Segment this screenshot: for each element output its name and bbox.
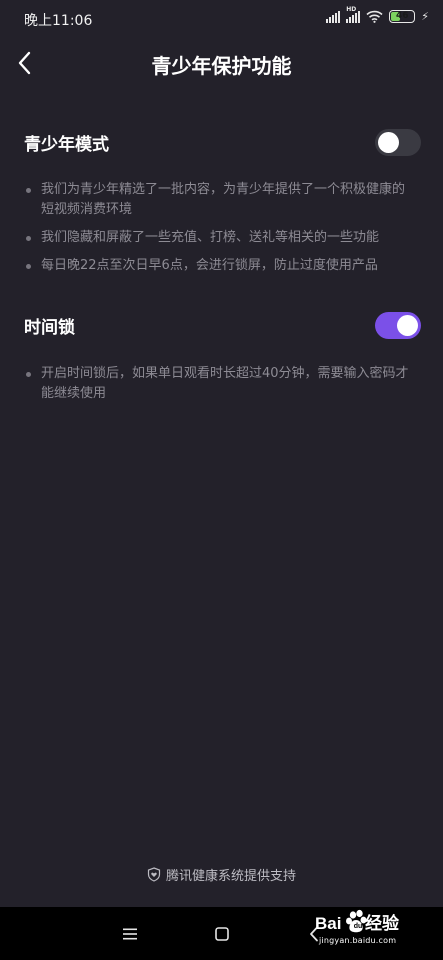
page-title: 青少年保护功能 xyxy=(151,54,292,78)
bullet-dot xyxy=(26,188,31,193)
charging-bolt-icon: ⚡ xyxy=(421,10,429,23)
wifi-icon xyxy=(366,10,383,23)
header: 青少年保护功能 xyxy=(0,38,443,88)
home-square-icon xyxy=(215,927,229,941)
status-icons: HD 46 ⚡ xyxy=(326,6,429,23)
teen-mode-toggle[interactable] xyxy=(375,128,421,156)
menu-icon xyxy=(123,928,137,940)
battery-level: 46 xyxy=(396,11,409,21)
menu-button[interactable] xyxy=(117,921,143,947)
time-lock-title: 时间锁 xyxy=(24,317,75,338)
list-item: 开启时间锁后，如果单日观看时长超过40分钟，需要输入密码才能继续使用 xyxy=(24,364,417,404)
battery-icon: 46 xyxy=(389,10,416,23)
shield-heart-icon xyxy=(147,867,161,882)
bullet-dot xyxy=(26,236,31,241)
toggle-knob xyxy=(378,131,399,153)
watermark-url: jingyan.baidu.com xyxy=(319,936,397,945)
baidu-jingyan-watermark: Bai 经验 du jingyan.baidu.com xyxy=(301,909,413,951)
svg-text:Bai: Bai xyxy=(315,914,341,933)
list-item: 我们隐藏和屏蔽了一些充值、打榜、送礼等相关的一些功能 xyxy=(24,228,417,248)
svg-text:经验: 经验 xyxy=(365,913,400,933)
list-item-text: 我们为青少年精选了一批内容，为青少年提供了一个积极健康的短视频消费环境 xyxy=(41,182,406,217)
baidu-jingyan-logo: Bai 经验 du xyxy=(315,909,400,933)
status-time: 晚上11:06 xyxy=(24,13,93,29)
time-lock-toggle[interactable] xyxy=(375,311,421,339)
teen-mode-title: 青少年模式 xyxy=(24,134,109,155)
list-item-text: 每日晚22点至次日早6点，会进行锁屏，防止过度使用产品 xyxy=(41,258,378,273)
list-item: 每日晚22点至次日早6点，会进行锁屏，防止过度使用产品 xyxy=(24,256,417,276)
home-button[interactable] xyxy=(209,921,235,947)
list-item-text: 我们隐藏和屏蔽了一些充值、打榜、送礼等相关的一些功能 xyxy=(41,230,380,245)
toggle-knob xyxy=(397,314,418,336)
list-item: 我们为青少年精选了一批内容，为青少年提供了一个积极健康的短视频消费环境 xyxy=(24,180,417,220)
footer: 腾讯健康系统提供支持 xyxy=(0,865,443,884)
signal-hd-icon: HD xyxy=(346,6,361,23)
teen-mode-description: 我们为青少年精选了一批内容，为青少年提供了一个积极健康的短视频消费环境 我们隐藏… xyxy=(24,180,417,284)
time-lock-description: 开启时间锁后，如果单日观看时长超过40分钟，需要输入密码才能继续使用 xyxy=(24,364,417,412)
signal-icon xyxy=(326,10,341,23)
footer-text: 腾讯健康系统提供支持 xyxy=(165,869,296,884)
list-item-text: 开启时间锁后，如果单日观看时长超过40分钟，需要输入密码才能继续使用 xyxy=(41,366,409,401)
status-bar: 晚上11:06 HD 46 ⚡ xyxy=(0,0,443,38)
bullet-dot xyxy=(26,372,31,377)
svg-text:du: du xyxy=(354,923,363,930)
teen-mode-row: 青少年模式 xyxy=(24,126,421,158)
bullet-dot xyxy=(26,264,31,269)
time-lock-row: 时间锁 xyxy=(24,309,421,341)
